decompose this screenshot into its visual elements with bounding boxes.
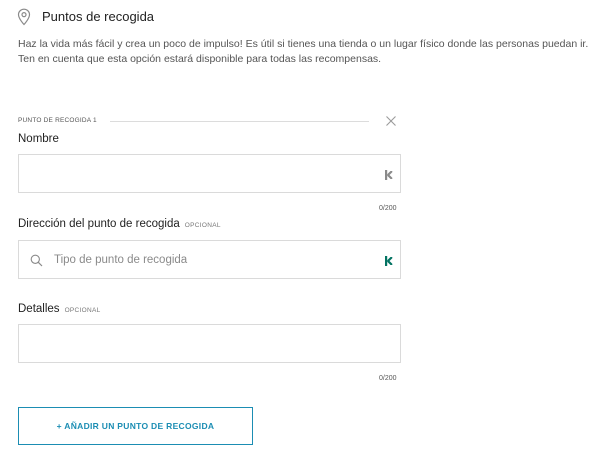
add-pickup-point-button[interactable]: + AÑADIR UN PUNTO DE RECOGIDA (18, 407, 253, 445)
location-pin-icon (17, 8, 31, 26)
address-input[interactable] (19, 241, 400, 278)
pickup-point-label: PUNTO DE RECOGIDA 1 (18, 117, 97, 124)
section-divider (110, 121, 369, 122)
name-field-wrapper (18, 154, 401, 193)
description-line-2: Ten en cuenta que esta opción estará dis… (18, 53, 382, 65)
page-title: Puntos de recogida (42, 9, 155, 24)
details-label-text: Detalles (18, 303, 60, 315)
name-label: Nombre (18, 133, 59, 145)
address-optional-tag: OPCIONAL (184, 222, 221, 229)
search-icon (30, 254, 43, 267)
close-icon (386, 116, 396, 126)
address-label-text: Dirección del punto de recogida (18, 218, 180, 230)
description-line-1: Haz la vida más fácil y crea un poco de … (18, 38, 589, 50)
details-optional-tag: OPCIONAL (64, 307, 101, 314)
name-input[interactable] (19, 155, 400, 192)
details-field-wrapper (18, 324, 401, 363)
details-input[interactable] (19, 325, 400, 362)
remove-pickup-point-button[interactable] (384, 114, 398, 128)
address-label: Dirección del punto de recogida OPCIONAL (18, 218, 221, 230)
address-field-wrapper (18, 240, 401, 279)
kickstarter-k-icon (384, 254, 394, 266)
details-char-counter: 0/200 (379, 375, 397, 382)
kickstarter-k-icon (384, 168, 394, 180)
name-char-counter: 0/200 (379, 205, 397, 212)
description: Haz la vida más fácil y crea un poco de … (18, 37, 593, 67)
details-label: Detalles OPCIONAL (18, 303, 101, 315)
